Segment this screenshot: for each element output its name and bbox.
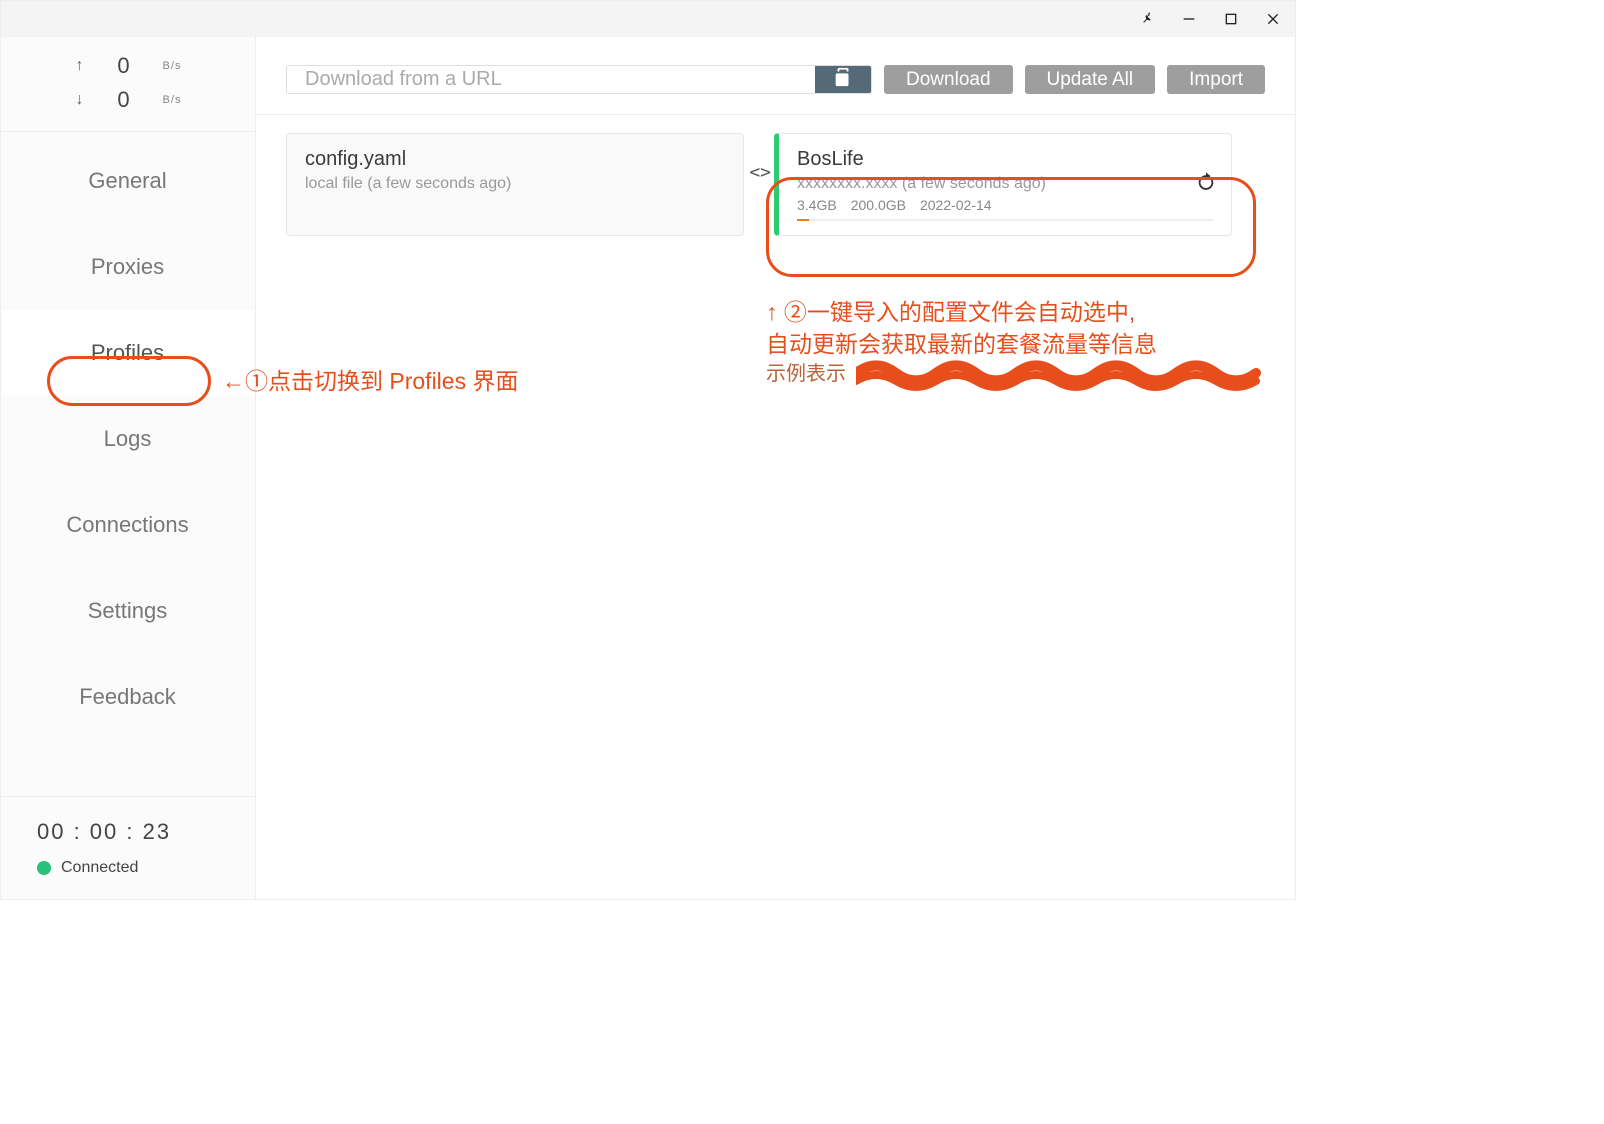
nav-logs[interactable]: Logs [1,396,255,482]
speed-indicator: ↑ 0 B/s ↓ 0 B/s [1,37,255,132]
usage-progress [797,219,1213,221]
uptime: 00 : 00 : 23 [37,819,239,845]
toolbar: Download Update All Import [256,37,1295,115]
refresh-button[interactable] [1195,171,1217,198]
status-label: Connected [61,859,138,877]
sidebar: ↑ 0 B/s ↓ 0 B/s General Proxies Profiles… [1,37,256,899]
paste-icon [832,66,854,93]
url-input-group [286,65,872,94]
download-speed: ↓ 0 B/s [1,83,255,117]
connection-status: Connected [37,859,239,877]
code-icon[interactable]: <> [749,162,771,183]
close-button[interactable] [1261,7,1285,31]
nav-feedback[interactable]: Feedback [1,654,255,740]
paste-button[interactable] [815,66,871,93]
refresh-icon [1195,180,1217,197]
update-all-button[interactable]: Update All [1025,65,1156,94]
arrow-down-icon: ↓ [75,91,85,109]
status-panel: 00 : 00 : 23 Connected [1,796,255,899]
profile-host: xxxxxxxx.xxxx [797,175,897,192]
maximize-button[interactable] [1219,7,1243,31]
annotation-text-2-line2: 自动更新会获取最新的套餐流量等信息 [766,325,1295,359]
profile-card-local[interactable]: config.yaml local file (a few seconds ag… [286,133,744,236]
url-input[interactable] [287,66,815,93]
profile-subtitle: local file (a few seconds ago) [305,175,725,193]
status-dot-icon [37,861,51,875]
nav-general[interactable]: General [1,138,255,224]
arrow-up-icon: ↑ [75,57,85,75]
profile-subtitle: xxxxxxxx.xxxx (a few seconds ago) [797,175,1213,193]
pin-icon[interactable] [1135,7,1159,31]
nav-profiles[interactable]: Profiles [1,310,255,396]
main-panel: Download Update All Import config.yaml l… [256,37,1295,899]
profile-title: BosLife [797,148,1213,171]
annotation-text-2-line3: 示例表示 [766,357,846,386]
profiles-list: config.yaml local file (a few seconds ag… [256,115,1295,236]
app-window: ↑ 0 B/s ↓ 0 B/s General Proxies Profiles… [0,0,1296,900]
download-button[interactable]: Download [884,65,1013,94]
nav-proxies[interactable]: Proxies [1,224,255,310]
upload-unit: B/s [163,60,182,72]
annotation-text-2-line1: ↑ ②一键导入的配置文件会自动选中, [766,293,1286,327]
profile-time: (a few seconds ago) [902,175,1046,192]
download-value: 0 [109,87,139,113]
upload-speed: ↑ 0 B/s [1,49,255,83]
nav: General Proxies Profiles Logs Connection… [1,132,255,796]
nav-connections[interactable]: Connections [1,482,255,568]
used-value: 3.4GB [797,197,837,213]
expiry-value: 2022-02-14 [920,197,992,213]
usage-progress-fill [797,219,809,221]
profile-title: config.yaml [305,148,725,171]
import-button[interactable]: Import [1167,65,1265,94]
profile-stats: 3.4GB 200.0GB 2022-02-14 [797,197,1213,213]
minimize-button[interactable] [1177,7,1201,31]
total-value: 200.0GB [851,197,906,213]
download-unit: B/s [163,94,182,106]
nav-settings[interactable]: Settings [1,568,255,654]
titlebar [1,1,1295,37]
annotation-scribble [856,353,1276,393]
profile-card-remote[interactable]: BosLife xxxxxxxx.xxxx (a few seconds ago… [774,133,1232,236]
upload-value: 0 [109,53,139,79]
